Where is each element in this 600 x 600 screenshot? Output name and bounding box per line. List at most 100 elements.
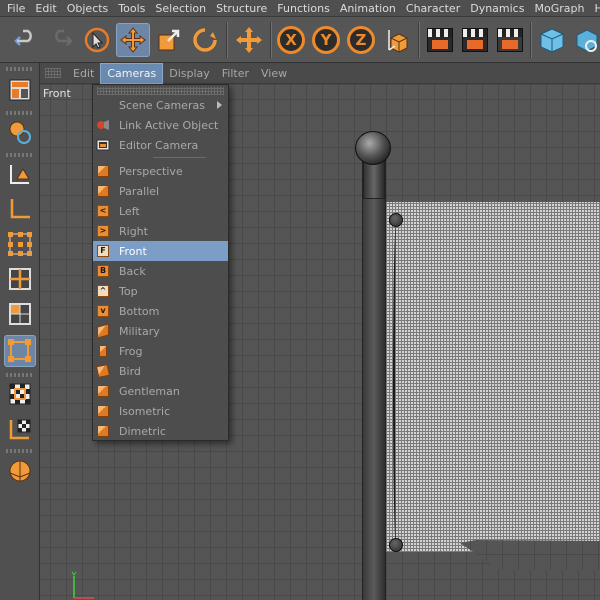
flagpole[interactable] bbox=[362, 159, 386, 600]
object-axis-button[interactable] bbox=[4, 193, 36, 225]
menu-item-label: Link Active Object bbox=[119, 118, 219, 132]
viewport-menu-edit[interactable]: Edit bbox=[67, 63, 100, 84]
layout-button[interactable] bbox=[4, 74, 36, 106]
menu-item-perspective[interactable]: Perspective bbox=[93, 161, 228, 181]
menu-functions[interactable]: Functions bbox=[270, 0, 330, 17]
menu-item-label: Left bbox=[119, 204, 140, 218]
toolbar-separator bbox=[418, 22, 420, 58]
viewport-menu-view[interactable]: View bbox=[255, 63, 293, 84]
add-axis-icon bbox=[236, 27, 262, 53]
model-tool-icon bbox=[10, 165, 30, 184]
menu-item-dimetric[interactable]: Dimetric bbox=[93, 421, 228, 441]
move-tool-button[interactable] bbox=[116, 23, 150, 57]
polygons-mode-button[interactable] bbox=[4, 298, 36, 330]
live-selection-button[interactable] bbox=[80, 23, 114, 57]
render-view-button[interactable] bbox=[423, 23, 457, 57]
menu-item-bird[interactable]: Bird bbox=[93, 361, 228, 381]
military-icon bbox=[96, 323, 110, 339]
texture-axis-icon bbox=[9, 419, 31, 440]
viewport-menu-cameras[interactable]: Cameras bbox=[100, 62, 164, 84]
render-settings-icon bbox=[497, 28, 523, 52]
model-tool-button[interactable] bbox=[4, 158, 36, 190]
viewport-menu-filter[interactable]: Filter bbox=[216, 63, 255, 84]
scale-tool-button[interactable] bbox=[152, 23, 186, 57]
toolbar-separator bbox=[226, 22, 228, 58]
menu-item-right[interactable]: > Right bbox=[93, 221, 228, 241]
menu-item-left[interactable]: < Left bbox=[93, 201, 228, 221]
render-picture-viewer-icon bbox=[462, 28, 488, 52]
edges-mode-button[interactable] bbox=[4, 263, 36, 295]
rotate-tool-button[interactable] bbox=[188, 23, 222, 57]
coordinate-system-icon bbox=[388, 30, 408, 53]
isometric-icon bbox=[96, 404, 110, 418]
x-axis-lock-icon: X bbox=[277, 26, 305, 54]
menu-tools[interactable]: Tools bbox=[111, 0, 145, 17]
menu-item-parallel[interactable]: Parallel bbox=[93, 181, 228, 201]
cube-primitive-button[interactable] bbox=[535, 23, 569, 57]
redo-button[interactable] bbox=[44, 23, 78, 57]
bird-icon bbox=[95, 363, 111, 379]
viewport-menu-display[interactable]: Display bbox=[163, 63, 216, 84]
parallel-icon bbox=[96, 184, 110, 198]
right-view-icon: > bbox=[96, 224, 110, 238]
menu-item-top[interactable]: ^ Top bbox=[93, 281, 228, 301]
menu-item-editor-camera[interactable]: Editor Camera bbox=[93, 135, 228, 155]
menu-selection[interactable]: Selection bbox=[148, 0, 206, 17]
menu-item-label: Frog bbox=[119, 344, 143, 358]
dropdown-tearoff-grip[interactable] bbox=[97, 87, 224, 95]
make-editable-icon bbox=[9, 121, 31, 144]
menu-animation[interactable]: Animation bbox=[333, 0, 396, 17]
toolbar-separator bbox=[270, 22, 272, 58]
flag-mesh[interactable] bbox=[384, 202, 600, 552]
menu-item-front[interactable]: F Front bbox=[93, 241, 228, 261]
use-model-mode-button[interactable] bbox=[4, 335, 36, 367]
make-editable-button[interactable] bbox=[4, 116, 36, 148]
menu-item-isometric[interactable]: Isometric bbox=[93, 401, 228, 421]
gentleman-icon bbox=[96, 384, 110, 398]
menu-item-bottom[interactable]: v Bottom bbox=[93, 301, 228, 321]
toolbar-separator bbox=[530, 22, 532, 58]
link-object-icon bbox=[96, 118, 110, 132]
undo-button[interactable] bbox=[9, 23, 43, 57]
flagpole-finial[interactable] bbox=[355, 131, 391, 165]
menu-edit[interactable]: Edit bbox=[28, 0, 56, 17]
z-axis-lock-button[interactable]: Z bbox=[344, 23, 378, 57]
menu-item-link-active-object[interactable]: Link Active Object bbox=[93, 115, 228, 135]
menu-mograph[interactable]: MoGraph bbox=[527, 0, 584, 17]
y-axis-lock-icon: Y bbox=[312, 26, 340, 54]
add-axis-button[interactable] bbox=[232, 23, 266, 57]
menu-item-label: Gentleman bbox=[119, 384, 180, 398]
menu-item-label: Top bbox=[119, 284, 138, 298]
render-settings-button[interactable] bbox=[493, 23, 527, 57]
workplane-button[interactable] bbox=[4, 455, 36, 487]
render-picture-viewer-button[interactable] bbox=[458, 23, 492, 57]
top-view-icon: ^ bbox=[96, 284, 110, 298]
menu-item-label: Back bbox=[119, 264, 146, 278]
menu-item-gentleman[interactable]: Gentleman bbox=[93, 381, 228, 401]
menu-item-back[interactable]: B Back bbox=[93, 261, 228, 281]
menu-item-label: Scene Cameras bbox=[119, 98, 205, 112]
coordinate-system-button[interactable] bbox=[382, 23, 416, 57]
menu-hair[interactable]: Hair bbox=[587, 0, 600, 17]
points-mode-button[interactable] bbox=[4, 228, 36, 260]
live-selection-icon bbox=[84, 27, 110, 53]
y-axis-lock-button[interactable]: Y bbox=[309, 23, 343, 57]
menu-structure[interactable]: Structure bbox=[209, 0, 267, 17]
menu-file[interactable]: File bbox=[0, 0, 25, 17]
menu-item-frog[interactable]: Frog bbox=[93, 341, 228, 361]
menu-character[interactable]: Character bbox=[399, 0, 460, 17]
texture-axis-button[interactable] bbox=[4, 413, 36, 445]
texture-mode-button[interactable] bbox=[4, 378, 36, 410]
menu-objects[interactable]: Objects bbox=[60, 0, 109, 17]
flag-top-ring bbox=[389, 213, 403, 227]
menu-dynamics[interactable]: Dynamics bbox=[463, 0, 524, 17]
editor-camera-icon bbox=[96, 138, 110, 152]
palette-grip bbox=[6, 373, 34, 377]
undo-icon bbox=[14, 29, 32, 46]
x-axis-lock-button[interactable]: X bbox=[274, 23, 308, 57]
menu-item-scene-cameras[interactable]: Scene Cameras bbox=[93, 95, 228, 115]
spline-button[interactable] bbox=[570, 23, 600, 57]
menu-item-label: Editor Camera bbox=[119, 138, 199, 152]
menu-item-label: Bottom bbox=[119, 304, 160, 318]
menu-item-military[interactable]: Military bbox=[93, 321, 228, 341]
